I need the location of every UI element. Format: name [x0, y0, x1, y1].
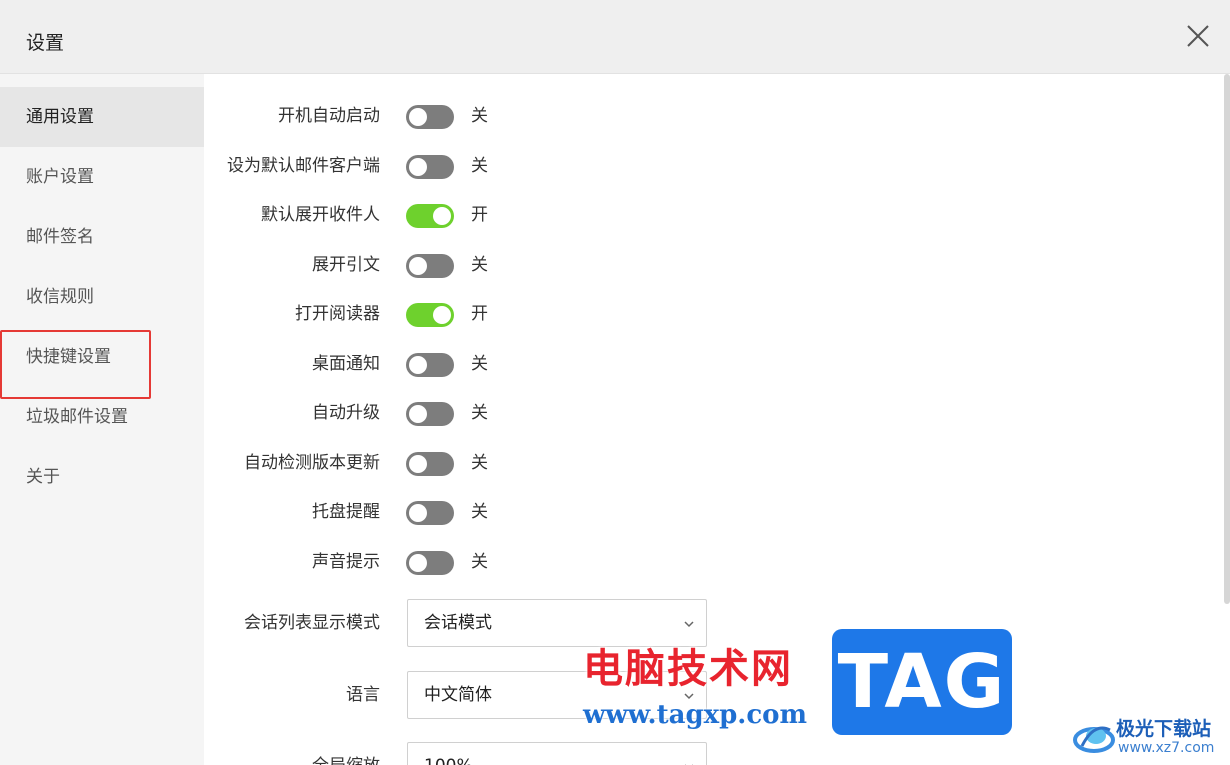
setting-row-default-client: 设为默认邮件客户端 关 — [204, 146, 904, 186]
toggle-state: 关 — [471, 453, 488, 473]
toggle-knob — [409, 158, 427, 176]
toggle-state: 开 — [471, 205, 488, 225]
setting-row-tray-reminder: 托盘提醒 关 — [204, 492, 904, 532]
setting-label: 展开引文 — [312, 255, 380, 275]
close-button[interactable] — [1184, 22, 1212, 50]
setting-row-autostart: 开机自动启动 关 — [204, 96, 904, 136]
toggle-state: 关 — [471, 156, 488, 176]
aurora-logo-icon — [1072, 716, 1116, 756]
desktop-notify-toggle[interactable] — [406, 353, 454, 377]
select-value: 会话模式 — [424, 613, 492, 633]
setting-label: 打开阅读器 — [295, 304, 380, 324]
toggle-knob — [409, 356, 427, 374]
setting-row-open-reader: 打开阅读器 开 — [204, 294, 904, 334]
sidebar-item-about[interactable]: 关于 — [0, 447, 204, 507]
toggle-knob — [409, 108, 427, 126]
auto-upgrade-toggle[interactable] — [406, 402, 454, 426]
watermark-tag-logo: TAG — [832, 629, 1012, 735]
setting-row-auto-upgrade: 自动升级 关 — [204, 393, 904, 433]
watermark-site-name: 极光下载站 — [1116, 718, 1212, 740]
setting-row-desktop-notify: 桌面通知 关 — [204, 344, 904, 384]
tray-reminder-toggle[interactable] — [406, 501, 454, 525]
chevron-down-icon — [682, 617, 696, 631]
default-client-toggle[interactable] — [406, 155, 454, 179]
chevron-down-icon — [682, 760, 696, 765]
toggle-state: 关 — [471, 552, 488, 572]
setting-row-check-update: 自动检测版本更新 关 — [204, 443, 904, 483]
toggle-knob — [409, 554, 427, 572]
setting-row-sound: 声音提示 关 — [204, 542, 904, 582]
toggle-knob — [409, 257, 427, 275]
setting-label: 开机自动启动 — [278, 106, 380, 126]
toggle-state: 关 — [471, 255, 488, 275]
window-title: 设置 — [26, 32, 65, 54]
setting-label: 托盘提醒 — [312, 502, 380, 522]
sidebar-item-signature[interactable]: 邮件签名 — [0, 207, 204, 267]
watermark-site: 极光下载站 www.xz7.com — [1072, 712, 1228, 762]
select-value: 中文简体 — [424, 685, 492, 705]
setting-row-expand-recipients: 默认展开收件人 开 — [204, 195, 904, 235]
setting-label: 语言 — [346, 685, 380, 705]
setting-label: 全局缩放 — [312, 742, 380, 765]
setting-row-expand-quote: 展开引文 关 — [204, 245, 904, 285]
sidebar: 通用设置 账户设置 邮件签名 收信规则 快捷键设置 垃圾邮件设置 关于 — [0, 74, 204, 765]
toggle-state: 关 — [471, 502, 488, 522]
expand-recipients-toggle[interactable] — [406, 204, 454, 228]
setting-row-zoom: 全局缩放 100% — [204, 742, 904, 765]
sidebar-item-general[interactable]: 通用设置 — [0, 87, 204, 147]
setting-label: 自动升级 — [312, 403, 380, 423]
watermark-cn: 电脑技术网 — [583, 645, 793, 692]
autostart-toggle[interactable] — [406, 105, 454, 129]
toggle-state: 关 — [471, 403, 488, 423]
toggle-state: 关 — [471, 354, 488, 374]
toggle-state: 关 — [471, 106, 488, 126]
toggle-knob — [409, 405, 427, 423]
sound-toggle[interactable] — [406, 551, 454, 575]
toggle-state: 开 — [471, 304, 488, 324]
titlebar: 设置 — [0, 0, 1230, 74]
setting-label: 声音提示 — [312, 552, 380, 572]
setting-label: 会话列表显示模式 — [244, 613, 380, 633]
toggle-knob — [433, 207, 451, 225]
scrollbar[interactable] — [1224, 74, 1230, 604]
watermark-text: 电脑技术网 www.tagxp.com — [583, 636, 823, 730]
expand-quote-toggle[interactable] — [406, 254, 454, 278]
sidebar-item-rules[interactable]: 收信规则 — [0, 267, 204, 327]
open-reader-toggle[interactable] — [406, 303, 454, 327]
sidebar-item-account[interactable]: 账户设置 — [0, 147, 204, 207]
setting-label: 自动检测版本更新 — [244, 453, 380, 473]
close-icon — [1187, 25, 1209, 47]
toggle-knob — [409, 455, 427, 473]
toggle-knob — [433, 306, 451, 324]
check-update-toggle[interactable] — [406, 452, 454, 476]
select-value: 100% — [424, 743, 473, 765]
toggle-knob — [409, 504, 427, 522]
watermark-url: www.tagxp.com — [583, 700, 808, 730]
setting-label: 桌面通知 — [312, 354, 380, 374]
setting-label: 默认展开收件人 — [261, 205, 380, 225]
setting-label: 设为默认邮件客户端 — [227, 156, 380, 176]
watermark-site-url: www.xz7.com — [1118, 740, 1215, 756]
zoom-select[interactable]: 100% — [407, 742, 707, 765]
highlight-box — [0, 330, 151, 399]
